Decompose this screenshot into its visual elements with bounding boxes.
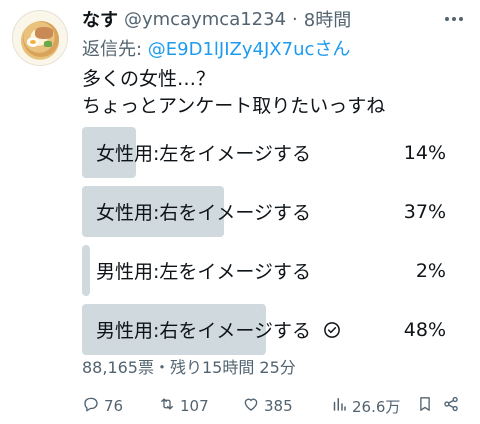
avatar[interactable] [12, 10, 68, 66]
retweet-count: 107 [180, 397, 209, 415]
tweet-header: なす @ymcaymca1234 · 8時間 [82, 6, 351, 32]
retweet-icon [158, 395, 176, 417]
avatar-meat [35, 27, 53, 39]
share-icon [442, 395, 460, 417]
poll-meta: 88,165票・残り15時間 25分 [82, 358, 296, 377]
poll-option-label: 男性用:右をイメージする [82, 316, 341, 343]
views-icon [330, 395, 348, 417]
retweet-button[interactable]: 107 [158, 394, 209, 418]
tweet-text-line-2: ちょっとアンケート取りたいっすね [82, 95, 386, 117]
poll-option-percent: 2% [415, 259, 446, 282]
like-icon [242, 395, 260, 417]
like-count: 385 [264, 397, 293, 415]
tweet-text-line-1: 多くの女性…？ [82, 68, 216, 90]
header-separator: · [292, 8, 298, 30]
check-circle-icon [323, 321, 341, 339]
poll-option-label: 女性用:右をイメージする [96, 202, 312, 224]
reply-context: 返信先: @E9D1lJIZy4JX7ucさん [82, 35, 350, 61]
poll-option-percent: 48% [403, 318, 446, 341]
poll: 女性用:左をイメージする 14% 女性用:右をイメージする 37% 男性用:左を… [82, 127, 466, 363]
bookmark-button[interactable] [416, 394, 434, 418]
author-handle[interactable]: @ymcaymca1234 [124, 9, 286, 30]
more-icon[interactable] [440, 6, 468, 32]
share-button[interactable] [442, 394, 460, 418]
poll-option-percent: 37% [403, 200, 446, 223]
action-bar: 76 107 385 26.6万 [82, 394, 466, 418]
poll-option[interactable]: 男性用:右をイメージする 48% [82, 304, 466, 355]
bookmark-icon [416, 395, 434, 417]
like-button[interactable]: 385 [242, 394, 293, 418]
poll-option[interactable]: 女性用:右をイメージする 37% [82, 186, 466, 237]
reply-prefix: 返信先: [82, 39, 148, 60]
poll-option[interactable]: 男性用:左をイメージする 2% [82, 245, 466, 296]
author-name[interactable]: なす [82, 6, 118, 32]
reply-count: 76 [104, 397, 124, 415]
avatar-scallion [44, 41, 52, 47]
poll-option[interactable]: 女性用:左をイメージする 14% [82, 127, 466, 178]
views-count: 26.6万 [352, 397, 401, 416]
reply-button[interactable]: 76 [82, 394, 123, 418]
reply-icon [82, 395, 100, 417]
poll-option-label: 男性用:左をイメージする [96, 261, 312, 283]
views-button[interactable]: 26.6万 [330, 394, 400, 418]
poll-option-percent: 14% [403, 141, 446, 164]
tweet: なす @ymcaymca1234 · 8時間 返信先: @E9D1lJIZy4J… [0, 0, 480, 424]
reply-to-link[interactable]: @E9D1lJIZy4JX7ucさん [148, 39, 351, 60]
tweet-time[interactable]: 8時間 [304, 6, 351, 32]
poll-option-label: 女性用:左をイメージする [96, 143, 312, 165]
avatar-egg [27, 37, 39, 47]
tweet-text: 多くの女性…？ ちょっとアンケート取りたいっすね [82, 66, 385, 120]
